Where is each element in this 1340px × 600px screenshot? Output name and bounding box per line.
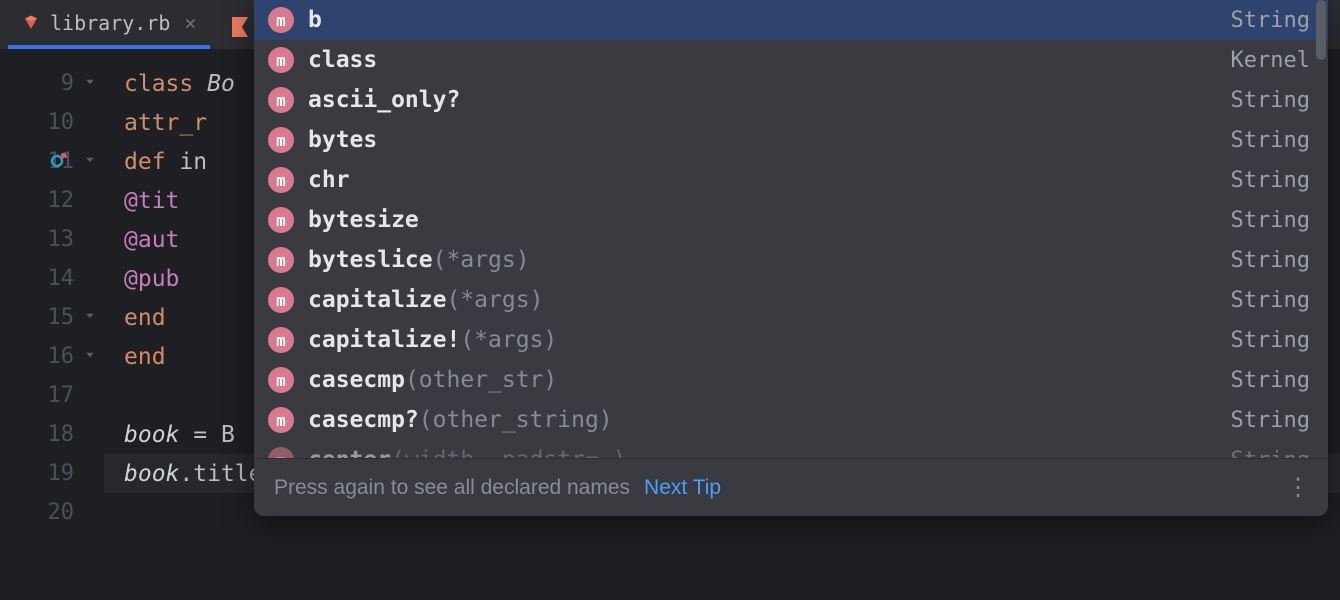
completion-item[interactable]: m capitalize!(*args) String (254, 320, 1328, 360)
completion-name: center (308, 447, 391, 458)
footer-hint: Press again to see all declared names (274, 476, 630, 500)
method-icon: m (268, 47, 294, 73)
file-tab[interactable]: library.rb × (8, 0, 210, 49)
method-icon: m (268, 7, 294, 33)
file-tab-label: library.rb (50, 11, 170, 35)
gutter-line: 13 (0, 220, 104, 259)
completion-item[interactable]: m casecmp?(other_string) String (254, 400, 1328, 440)
method-icon: m (268, 407, 294, 433)
close-icon[interactable]: × (180, 11, 196, 35)
completion-name: bytesize (308, 207, 419, 233)
completion-name: capitalize! (308, 327, 460, 353)
completion-origin: Kernel (1231, 48, 1310, 73)
more-icon[interactable]: ⋮ (1286, 473, 1308, 502)
completion-item[interactable]: mchr String (254, 160, 1328, 200)
completion-origin: String (1231, 328, 1310, 353)
completion-popup: mbStringmclassKernelmascii_only?Stringmb… (254, 0, 1328, 516)
method-icon: m (268, 287, 294, 313)
completion-origin: String (1231, 88, 1310, 113)
gutter-line: 15 (0, 298, 104, 337)
completion-origin: String (1231, 168, 1310, 193)
line-gutter: 91011121314151617181920 (0, 50, 104, 600)
completion-origin: String (1231, 208, 1310, 233)
completion-origin: String (1231, 448, 1310, 459)
completion-item[interactable]: m casecmp(other_str) String (254, 360, 1328, 400)
completion-name: capitalize (308, 287, 446, 313)
ruby-file-icon (22, 14, 40, 32)
gutter-line: 9 (0, 64, 104, 103)
method-icon: m (268, 87, 294, 113)
method-icon: m (268, 447, 294, 458)
completion-name: byteslice (308, 247, 433, 273)
gutter-line: 18 (0, 415, 104, 454)
gutter-line: 16 (0, 337, 104, 376)
completion-origin: String (1231, 8, 1310, 33)
completion-args: (*args) (460, 327, 557, 353)
gutter-line: 14 (0, 259, 104, 298)
completion-item[interactable]: mclass Kernel (254, 40, 1328, 80)
gutter-line: 17 (0, 376, 104, 415)
override-marker-icon[interactable] (50, 149, 68, 174)
completion-item[interactable]: m capitalize(*args) String (254, 280, 1328, 320)
completion-origin: String (1231, 288, 1310, 313)
method-icon: m (268, 167, 294, 193)
next-tip-link[interactable]: Next Tip (644, 476, 721, 500)
completion-origin: String (1231, 408, 1310, 433)
completion-name: bytes (308, 127, 377, 153)
completion-name: b (308, 7, 322, 33)
completion-args: (*args) (446, 287, 543, 313)
completion-footer: Press again to see all declared names Ne… (254, 458, 1328, 516)
completion-args: (other_string) (419, 407, 613, 433)
completion-item[interactable]: m bytesize String (254, 200, 1328, 240)
method-icon: m (268, 127, 294, 153)
completion-args: (*args) (433, 247, 530, 273)
completion-args: (other_str) (405, 367, 557, 393)
completion-item[interactable]: m byteslice(*args) String (254, 240, 1328, 280)
completion-item[interactable]: mbytes String (254, 120, 1328, 160)
completion-list[interactable]: mbStringmclassKernelmascii_only?Stringmb… (254, 0, 1328, 458)
completion-name: chr (308, 167, 350, 193)
fold-icon[interactable] (84, 310, 100, 326)
fold-icon[interactable] (84, 76, 100, 92)
completion-origin: String (1231, 128, 1310, 153)
popup-scrollbar[interactable] (1316, 0, 1326, 60)
gutter-line: 10 (0, 103, 104, 142)
method-icon: m (268, 207, 294, 233)
fold-icon[interactable] (84, 154, 100, 170)
completion-item[interactable]: m ascii_only? String (254, 80, 1328, 120)
method-icon: m (268, 327, 294, 353)
gutter-line: 11 (0, 142, 104, 181)
completion-item[interactable]: mb String (254, 0, 1328, 40)
completion-name: ascii_only? (308, 87, 460, 113)
completion-origin: String (1231, 248, 1310, 273)
completion-origin: String (1231, 368, 1310, 393)
completion-name: class (308, 47, 377, 73)
fold-icon[interactable] (84, 349, 100, 365)
completion-name: casecmp (308, 367, 405, 393)
completion-name: casecmp? (308, 407, 419, 433)
method-icon: m (268, 247, 294, 273)
gutter-line: 12 (0, 181, 104, 220)
completion-args: (width, padstr= ) (391, 447, 626, 458)
gutter-line: 19 (0, 454, 104, 493)
gutter-line: 20 (0, 493, 104, 532)
method-icon: m (268, 367, 294, 393)
completion-item[interactable]: m center(width, padstr= ) String (254, 440, 1328, 458)
bookmark-icon[interactable] (228, 15, 252, 39)
